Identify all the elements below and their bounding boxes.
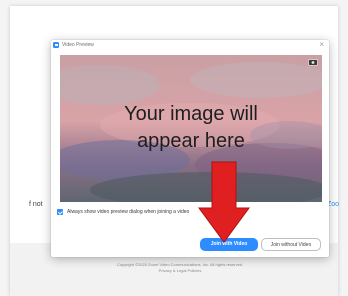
preview-placeholder-text: Your image will appear here — [60, 101, 322, 155]
dialog-titlebar: Video Preview × — [51, 40, 329, 53]
always-show-preview-checkbox[interactable] — [57, 209, 63, 215]
video-preview-area: Your image will appear here — [60, 55, 322, 202]
preview-text-line2: appear here — [137, 130, 245, 152]
zoom-camera-icon — [53, 42, 59, 48]
dialog-title: Video Preview — [62, 42, 94, 48]
video-preview-dialog: Video Preview × Your image will appear h… — [51, 40, 329, 257]
background-text-left: f not — [29, 201, 43, 208]
privacy-link[interactable]: Privacy & Legal Policies — [80, 268, 280, 274]
preview-text-line1: Your image will — [124, 103, 258, 125]
join-with-video-button[interactable]: Join with Video — [200, 238, 258, 251]
join-without-video-button[interactable]: Join without Video — [261, 238, 321, 251]
camera-icon[interactable] — [308, 59, 318, 66]
close-icon[interactable]: × — [319, 40, 324, 49]
always-show-preview-option[interactable]: Always show video preview dialog when jo… — [57, 208, 189, 216]
always-show-preview-label: Always show video preview dialog when jo… — [67, 209, 190, 215]
copyright-notice: Copyright ©2020 Zoom Video Communication… — [80, 262, 280, 274]
